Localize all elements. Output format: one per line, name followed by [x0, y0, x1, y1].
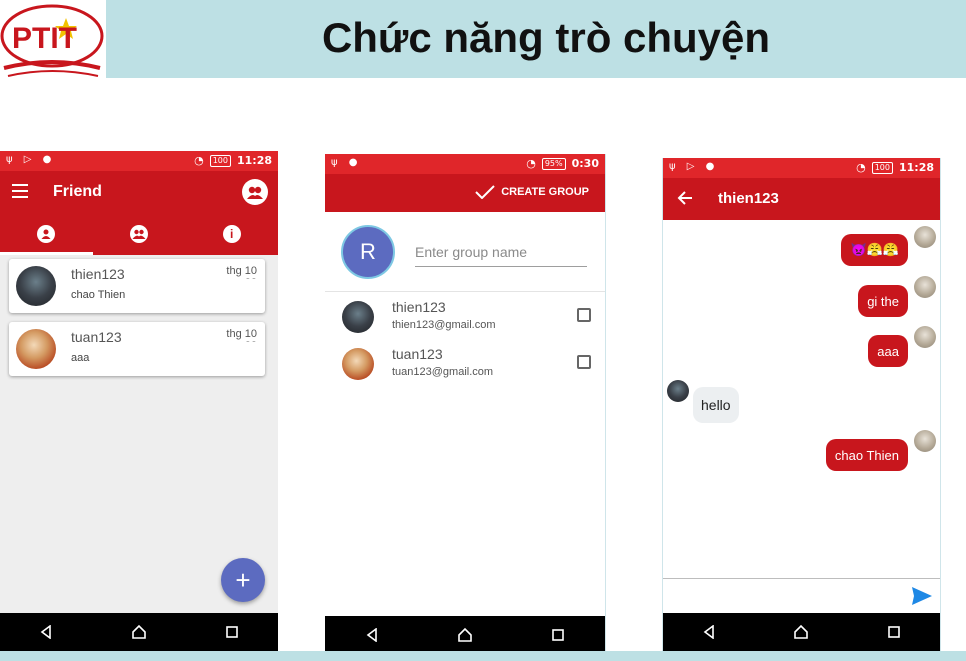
group-avatar[interactable]: R — [341, 225, 395, 279]
check-icon — [475, 185, 495, 199]
bottom-strip — [0, 651, 966, 661]
member-checkbox[interactable] — [577, 355, 591, 369]
notification-icons: ψ ● — [331, 157, 362, 168]
create-group-button[interactable]: CREATE GROUP — [475, 185, 589, 199]
recents-nav-icon[interactable] — [543, 620, 573, 650]
status-bar: ψ ▷ ● ◔ 100 11:28 — [0, 151, 278, 171]
back-nav-icon[interactable] — [694, 617, 724, 647]
avatar — [914, 226, 936, 248]
logo-text: PTIT — [12, 22, 77, 55]
member-name: tuan123 — [392, 346, 443, 362]
notification-icons: ψ ▷ ● — [669, 161, 719, 172]
person-icon — [37, 225, 56, 243]
send-icon[interactable] — [911, 586, 933, 606]
status-bar: ψ ● ◔ 95% 0:30 — [325, 154, 605, 174]
friend-name: tuan123 — [71, 329, 122, 345]
tab-groups[interactable] — [93, 213, 186, 255]
member-email: tuan123@gmail.com — [392, 366, 494, 378]
member-row[interactable]: tuan123 tuan123@gmail.com — [325, 340, 605, 386]
back-nav-icon[interactable] — [357, 620, 387, 650]
divider — [325, 291, 605, 292]
toolbar-title: Friend — [53, 183, 102, 200]
message-bubble-out: gi the — [858, 285, 908, 317]
add-friend-button[interactable]: + — [221, 558, 265, 602]
member-name: thien123 — [392, 299, 446, 315]
menu-icon[interactable] — [12, 184, 28, 198]
message-bubble-out: aaa — [868, 335, 908, 367]
home-nav-icon[interactable] — [124, 617, 154, 647]
info-icon: i — [222, 225, 241, 243]
toolbar: CREATE GROUP — [325, 174, 605, 212]
chat-title: thien123 — [718, 190, 779, 207]
tab-info[interactable]: i — [185, 213, 278, 255]
wifi-icon: ◔ — [194, 154, 204, 167]
avatar — [667, 380, 689, 402]
last-message: aaa — [71, 352, 90, 364]
status-bar: ψ ▷ ● ◔ 100 11:28 — [663, 158, 940, 178]
home-nav-icon[interactable] — [786, 617, 816, 647]
message-date: thg 10 23 — [226, 265, 257, 279]
recents-nav-icon[interactable] — [879, 617, 909, 647]
last-message: chao Thien — [71, 289, 126, 301]
avatar — [342, 301, 374, 333]
member-checkbox[interactable] — [577, 308, 591, 322]
wifi-icon: ◔ — [856, 161, 866, 174]
phone-friend-list: ψ ▷ ● ◔ 100 11:28 Friend i thien123 chao… — [0, 151, 278, 651]
message-bubble-in: hello — [693, 387, 739, 423]
avatar — [16, 266, 56, 306]
android-nav-bar — [663, 613, 940, 651]
phone-create-group: ψ ● ◔ 95% 0:30 CREATE GROUP R thien123 t… — [325, 154, 606, 654]
clock: 11:28 — [236, 154, 272, 167]
group-icon — [130, 225, 148, 243]
slide-title-bar: Chức năng trò chuyện — [106, 0, 966, 78]
avatar — [342, 348, 374, 380]
android-nav-bar — [0, 613, 278, 651]
avatar — [914, 326, 936, 348]
toolbar: Friend — [0, 171, 278, 213]
notification-icons: ψ ▷ ● — [6, 154, 56, 165]
friend-card[interactable]: tuan123 aaa thg 10 23 — [9, 322, 265, 376]
wifi-icon: ◔ — [526, 157, 536, 170]
member-row[interactable]: thien123 thien123@gmail.com — [325, 293, 605, 339]
create-group-label: CREATE GROUP — [501, 186, 589, 198]
avatar — [914, 430, 936, 452]
recents-nav-icon[interactable] — [217, 617, 247, 647]
tab-friends[interactable] — [0, 213, 93, 255]
friend-card[interactable]: thien123 chao Thien thg 10 23 — [9, 259, 265, 313]
clock: 0:30 — [571, 157, 599, 170]
tab-bar: i — [0, 213, 278, 255]
battery-level: 100 — [209, 154, 231, 167]
battery-level: 95% — [541, 157, 566, 170]
avatar — [16, 329, 56, 369]
group-profile-icon[interactable] — [242, 179, 268, 205]
back-arrow-icon[interactable] — [677, 189, 693, 210]
slide-title: Chức năng trò chuyện — [321, 14, 771, 61]
member-email: thien123@gmail.com — [392, 319, 496, 331]
phone-chat: ψ ▷ ● ◔ 100 11:28 thien123 👿😤😤 gi the aa… — [662, 158, 941, 651]
friend-name: thien123 — [71, 266, 125, 282]
message-date: thg 10 23 — [226, 328, 257, 342]
back-nav-icon[interactable] — [31, 617, 61, 647]
android-nav-bar — [325, 616, 605, 654]
clock: 11:28 — [898, 161, 934, 174]
message-bubble-out: 👿😤😤 — [841, 234, 908, 266]
battery-level: 100 — [871, 161, 893, 174]
message-bubble-out: chao Thien — [825, 439, 908, 471]
ptit-logo: PTIT — [0, 0, 104, 82]
message-input[interactable] — [669, 583, 904, 611]
toolbar: thien123 — [663, 178, 940, 220]
avatar — [914, 276, 936, 298]
input-divider — [663, 578, 940, 579]
group-name-input[interactable] — [415, 237, 587, 267]
home-nav-icon[interactable] — [450, 620, 480, 650]
